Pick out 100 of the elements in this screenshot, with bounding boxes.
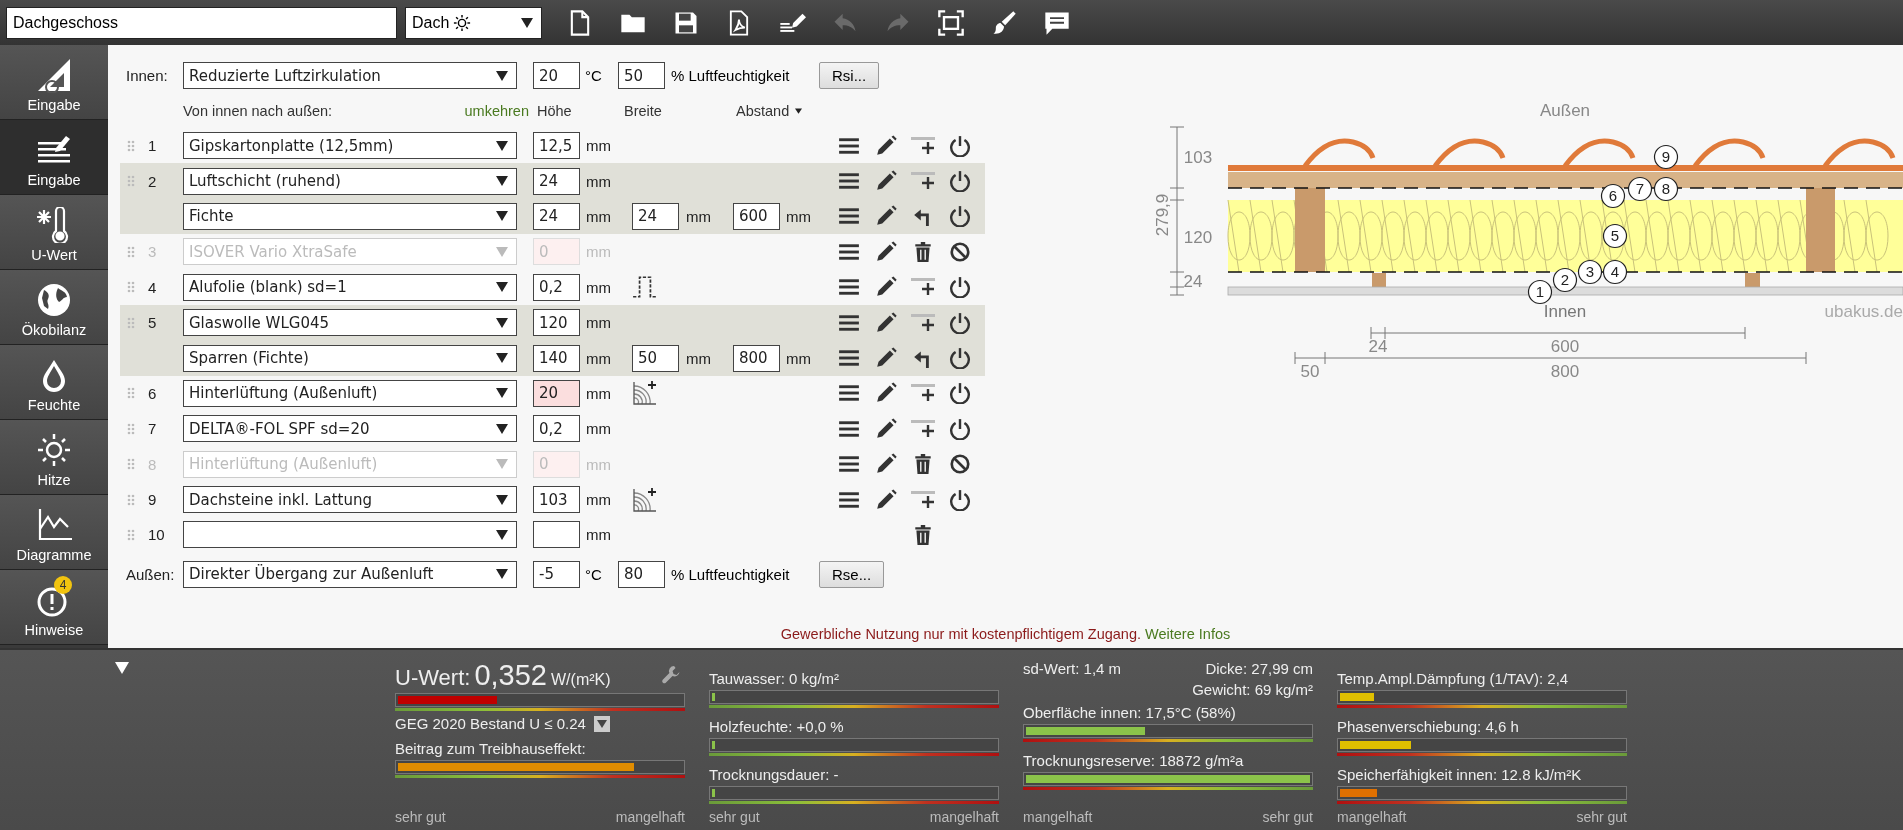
humidity-input[interactable]: 80	[618, 560, 665, 588]
material-select[interactable]: Glaswolle WLG045	[183, 309, 517, 337]
add-layer-icon[interactable]	[911, 488, 935, 511]
thickness-input[interactable]: 0,2	[533, 415, 580, 443]
foil-symbol-icon[interactable]	[632, 274, 658, 301]
power-icon[interactable]	[948, 417, 972, 440]
fit-screen-icon[interactable]	[937, 8, 965, 37]
drag-handle-icon[interactable]	[127, 387, 135, 400]
thickness-input[interactable]: 24	[533, 202, 580, 230]
thickness-input[interactable]: 0,2	[533, 273, 580, 301]
layer-marker[interactable]: 6	[1600, 183, 1626, 209]
temperature-input[interactable]: -5	[533, 560, 580, 588]
power-icon[interactable]	[948, 382, 972, 405]
sidebar-item[interactable]: 4 Hinweise	[0, 570, 108, 645]
sidebar-item[interactable]: Hitze	[0, 420, 108, 495]
width-input[interactable]: 50	[632, 344, 679, 372]
spacing-sort-header[interactable]: Abstand	[736, 102, 790, 119]
sidebar-item[interactable]: Ökobilanz	[0, 270, 108, 345]
sidebar-item[interactable]: U-Wert	[0, 195, 108, 270]
drag-handle-icon[interactable]	[127, 422, 135, 435]
brush-icon[interactable]	[990, 8, 1018, 37]
width-input[interactable]: 24	[632, 202, 679, 230]
power-icon[interactable]	[948, 134, 972, 157]
thickness-input[interactable]: 103	[533, 486, 580, 514]
drag-handle-icon[interactable]	[127, 139, 135, 152]
sort-caret-icon[interactable]	[795, 107, 803, 114]
dropdown-icon[interactable]	[593, 715, 610, 732]
spacing-input[interactable]: 600	[733, 202, 780, 230]
pencil-icon[interactable]	[874, 347, 898, 370]
material-select[interactable]: Luftschicht (ruhend)	[183, 167, 517, 195]
type-select[interactable]: Dach	[405, 6, 542, 39]
material-select[interactable]: Alufolie (blank) sd=1	[183, 273, 517, 301]
power-icon[interactable]	[948, 347, 972, 370]
ventilation-symbol-icon[interactable]	[632, 486, 658, 513]
sidebar-item[interactable]: Diagramme	[0, 495, 108, 570]
inside-climate-select[interactable]: Reduzierte Luftzirkulation	[183, 62, 517, 89]
pencil-icon[interactable]	[874, 276, 898, 299]
thickness-input[interactable]: 20	[533, 379, 580, 407]
material-select[interactable]: Dachsteine inkl. Lattung	[183, 486, 517, 514]
layer-marker[interactable]: 4	[1602, 259, 1628, 285]
layer-marker[interactable]: 8	[1653, 176, 1679, 202]
pencil-icon[interactable]	[874, 170, 898, 193]
prohibited-icon[interactable]	[948, 240, 972, 263]
thickness-input[interactable]: 24	[533, 167, 580, 195]
reverse-link[interactable]: umkehren	[397, 102, 529, 119]
wrench-icon[interactable]	[661, 665, 681, 685]
prohibited-icon[interactable]	[948, 453, 972, 476]
layer-marker[interactable]: 1	[1527, 279, 1553, 305]
power-icon[interactable]	[948, 311, 972, 334]
material-select[interactable]: Fichte	[183, 202, 517, 230]
more-info-link[interactable]: Weitere Infos	[1145, 626, 1231, 642]
collapse-caret-icon[interactable]	[115, 662, 129, 674]
sidebar-item[interactable]: Feuchte	[0, 345, 108, 420]
drag-handle-icon[interactable]	[127, 316, 135, 329]
drag-handle-icon[interactable]	[127, 281, 135, 294]
thickness-input[interactable]	[533, 521, 580, 549]
thickness-input[interactable]: 12,5	[533, 132, 580, 160]
pencil-icon[interactable]	[874, 488, 898, 511]
pencil-icon[interactable]	[874, 240, 898, 263]
material-select[interactable]: Sparren (Fichte)	[183, 344, 517, 372]
sidebar-item[interactable]: Eingabe	[0, 45, 108, 120]
pencil-icon[interactable]	[874, 417, 898, 440]
rse-button[interactable]: Rse...	[819, 560, 885, 588]
drag-handle-icon[interactable]	[127, 458, 135, 471]
layer-marker[interactable]: 9	[1653, 144, 1679, 170]
layer-marker[interactable]: 3	[1577, 259, 1603, 285]
add-layer-icon[interactable]	[911, 134, 935, 157]
pencil-icon[interactable]	[874, 205, 898, 228]
drag-handle-icon[interactable]	[127, 245, 135, 258]
add-layer-icon[interactable]	[911, 311, 935, 334]
power-icon[interactable]	[948, 205, 972, 228]
layer-marker[interactable]: 2	[1552, 267, 1578, 293]
pencil-icon[interactable]	[874, 382, 898, 405]
layer-marker[interactable]: 7	[1627, 176, 1653, 202]
material-select[interactable]: DELTA®-FOL SPF sd=20	[183, 415, 517, 443]
material-select[interactable]	[183, 521, 517, 549]
power-icon[interactable]	[948, 170, 972, 193]
project-name-field[interactable]: Dachgeschoss	[6, 6, 397, 39]
power-icon[interactable]	[948, 276, 972, 299]
power-icon[interactable]	[948, 488, 972, 511]
pencil-icon[interactable]	[874, 311, 898, 334]
drag-handle-icon[interactable]	[127, 175, 135, 188]
temperature-input[interactable]: 20	[533, 62, 580, 89]
meter-label: Tauwasser: 0 kg/m²	[709, 670, 841, 687]
material-select[interactable]: Gipskartonplatte (12,5mm)	[183, 132, 517, 160]
thickness-input[interactable]: 120	[533, 309, 580, 337]
pencil-icon[interactable]	[874, 453, 898, 476]
rsi-button[interactable]: Rsi...	[819, 62, 880, 89]
thickness-input[interactable]: 140	[533, 344, 580, 372]
layer-marker[interactable]: 5	[1602, 223, 1628, 249]
pencil-icon[interactable]	[874, 134, 898, 157]
spacing-input[interactable]: 800	[733, 344, 780, 372]
material-select[interactable]: Hinterlüftung (Außenluft)	[183, 379, 517, 407]
drag-handle-icon[interactable]	[127, 493, 135, 506]
add-layer-icon[interactable]	[911, 417, 935, 440]
humidity-input[interactable]: 50	[618, 62, 665, 89]
outside-climate-select[interactable]: Direkter Übergang zur Außenluft	[183, 560, 517, 588]
sidebar-item[interactable]: Eingabe	[0, 120, 108, 195]
ventilation-symbol-icon[interactable]	[632, 380, 658, 407]
drag-handle-icon[interactable]	[127, 529, 135, 541]
